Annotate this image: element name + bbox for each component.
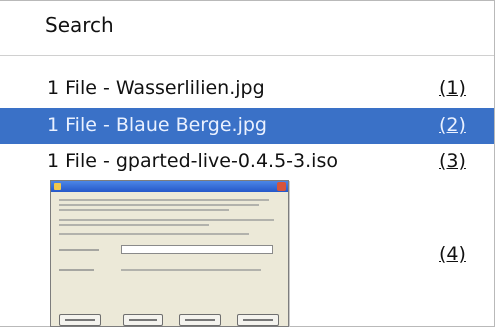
menu-header-label: Search — [45, 13, 114, 37]
menu-item-shortcut: (1) — [439, 77, 466, 99]
menu-item-label: 1 File - Blaue Berge.jpg — [47, 114, 267, 136]
menu-item-label: 1 File - gparted-live-0.4.5-3.iso — [47, 150, 338, 172]
menu-separator — [0, 55, 494, 56]
close-icon — [277, 182, 286, 191]
thumb-button — [59, 314, 101, 326]
context-menu: Search 1 File - Wasserlilien.jpg (1) 1 F… — [0, 0, 495, 327]
dialog-thumbnail-icon[interactable] — [50, 180, 289, 327]
menu-item-shortcut: (3) — [439, 150, 466, 172]
menu-item-2[interactable]: 1 File - Blaue Berge.jpg (2) — [0, 108, 494, 144]
menu-item-shortcut: (2) — [439, 114, 466, 136]
thumb-button — [123, 314, 163, 326]
thumb-button — [179, 314, 221, 326]
menu-item-label: 1 File - Wasserlilien.jpg — [47, 77, 265, 99]
app-icon — [54, 183, 61, 190]
menu-item-shortcut: (4) — [439, 243, 466, 265]
menu-item-3[interactable]: 1 File - gparted-live-0.4.5-3.iso (3) — [0, 144, 494, 180]
thumb-titlebar — [51, 181, 288, 192]
thumb-button — [237, 314, 279, 326]
menu-header[interactable]: Search — [45, 13, 114, 37]
menu-item-1[interactable]: 1 File - Wasserlilien.jpg (1) — [0, 71, 494, 107]
